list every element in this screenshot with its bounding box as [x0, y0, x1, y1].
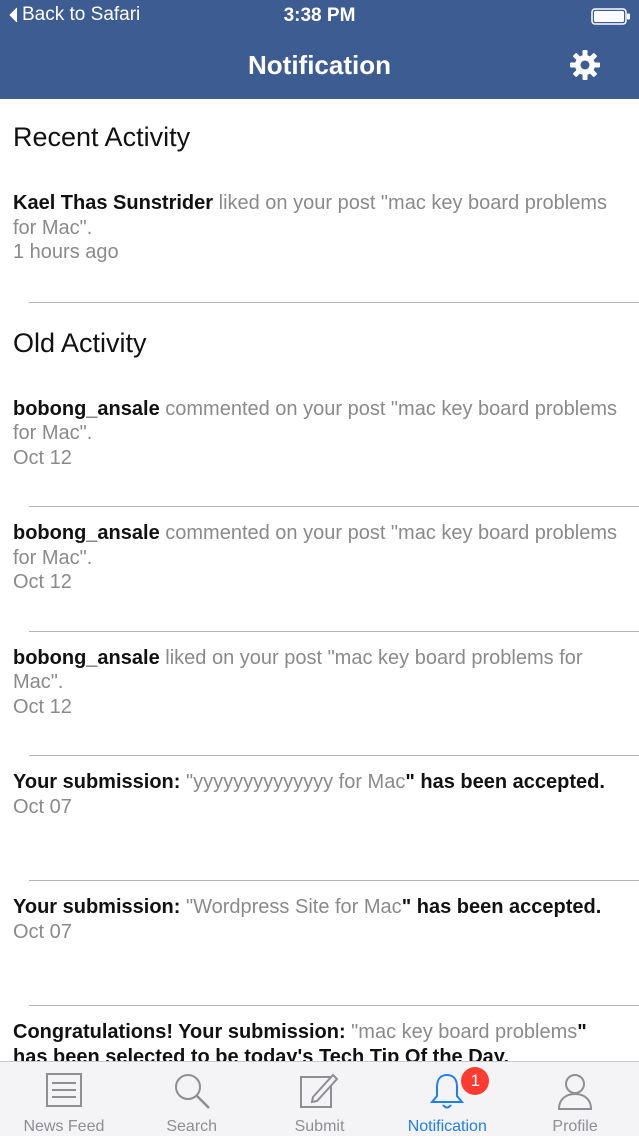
divider	[29, 506, 639, 507]
notification-date: Oct 12	[13, 695, 72, 718]
tab-label: Notification	[407, 1118, 487, 1135]
submission-date: Oct 07	[13, 795, 72, 818]
tab-submit[interactable]: Submit	[256, 1062, 384, 1136]
tab-notification[interactable]: 1 Notification	[383, 1062, 511, 1136]
recent-activity-heading: Recent Activity	[13, 122, 191, 152]
page-title: Notification	[248, 50, 391, 80]
navigation-header: Back to Safari 3:38 PM Notification	[0, 0, 639, 99]
notification-badge: 1	[461, 1067, 490, 1095]
submission-item[interactable]: Your submission: "Wordpress Site for Mac…	[0, 895, 639, 944]
notification-item[interactable]: bobong_ansale commented on your post "ma…	[0, 521, 639, 595]
notification-list[interactable]: Recent Activity Kael Thas Sunstrider lik…	[0, 99, 639, 1061]
tip-message: has been selected to be today's Tech Tip…	[13, 1045, 509, 1062]
tab-label: News Feed	[23, 1118, 105, 1135]
news-feed-icon	[45, 1073, 82, 1107]
tech-tip-item[interactable]: Congratulations! Your submission: "mac k…	[0, 1020, 639, 1061]
status-bar: Back to Safari 3:38 PM	[0, 0, 639, 32]
notification-actor: Kael Thas Sunstrider	[13, 192, 214, 214]
battery-icon	[591, 8, 630, 25]
divider	[29, 880, 639, 881]
status-time: 3:38 PM	[283, 5, 356, 26]
submission-date: Oct 07	[13, 920, 72, 943]
tab-label: Profile	[552, 1118, 598, 1135]
divider	[29, 1005, 639, 1006]
submit-icon	[300, 1073, 339, 1108]
notification-date: 1 hours ago	[13, 241, 119, 263]
tab-bar: News Feed Search Submit 1 Notification P…	[0, 1061, 639, 1136]
gear-icon[interactable]	[569, 49, 601, 81]
tab-profile[interactable]: Profile	[511, 1062, 639, 1136]
submission-quote-close: "	[405, 771, 415, 793]
tip-title: mac key board problems	[358, 1021, 578, 1043]
old-activity-heading: Old Activity	[13, 327, 147, 358]
notification-actor: bobong_ansale	[13, 646, 160, 669]
tip-quote-close: "	[577, 1021, 587, 1043]
profile-icon	[558, 1074, 593, 1110]
tip-prefix: Congratulations! Your submission:	[13, 1021, 352, 1043]
tab-news-feed[interactable]: News Feed	[0, 1062, 128, 1136]
notification-date: Oct 12	[13, 446, 72, 469]
search-icon	[174, 1074, 210, 1109]
notification-actor: bobong_ansale	[13, 522, 160, 544]
divider	[29, 755, 639, 756]
tab-label: Submit	[294, 1118, 345, 1135]
submission-quote-close: "	[401, 896, 412, 918]
submission-item[interactable]: Your submission: "yyyyyyyyyyyyyy for Mac…	[0, 770, 639, 819]
notification-item[interactable]: Kael Thas Sunstrider liked on your post …	[0, 191, 639, 265]
divider	[29, 301, 639, 303]
submission-status: has been accepted.	[411, 896, 602, 918]
notification-actor: bobong_ansale	[13, 397, 160, 420]
submission-title: yyyyyyyyyyyyyy for Mac	[193, 771, 406, 793]
submission-prefix: Your submission:	[13, 896, 186, 918]
notification-item[interactable]: bobong_ansale commented on your post "ma…	[0, 397, 639, 471]
submission-title: Wordpress Site for Mac	[193, 896, 402, 918]
submission-prefix: Your submission:	[13, 771, 186, 793]
tab-search[interactable]: Search	[128, 1062, 256, 1136]
notification-item[interactable]: bobong_ansale liked on your post "mac ke…	[0, 646, 639, 720]
submission-status: has been accepted.	[414, 771, 605, 793]
tab-label: Search	[166, 1118, 218, 1135]
notification-date: Oct 12	[13, 571, 72, 593]
divider	[29, 630, 639, 632]
